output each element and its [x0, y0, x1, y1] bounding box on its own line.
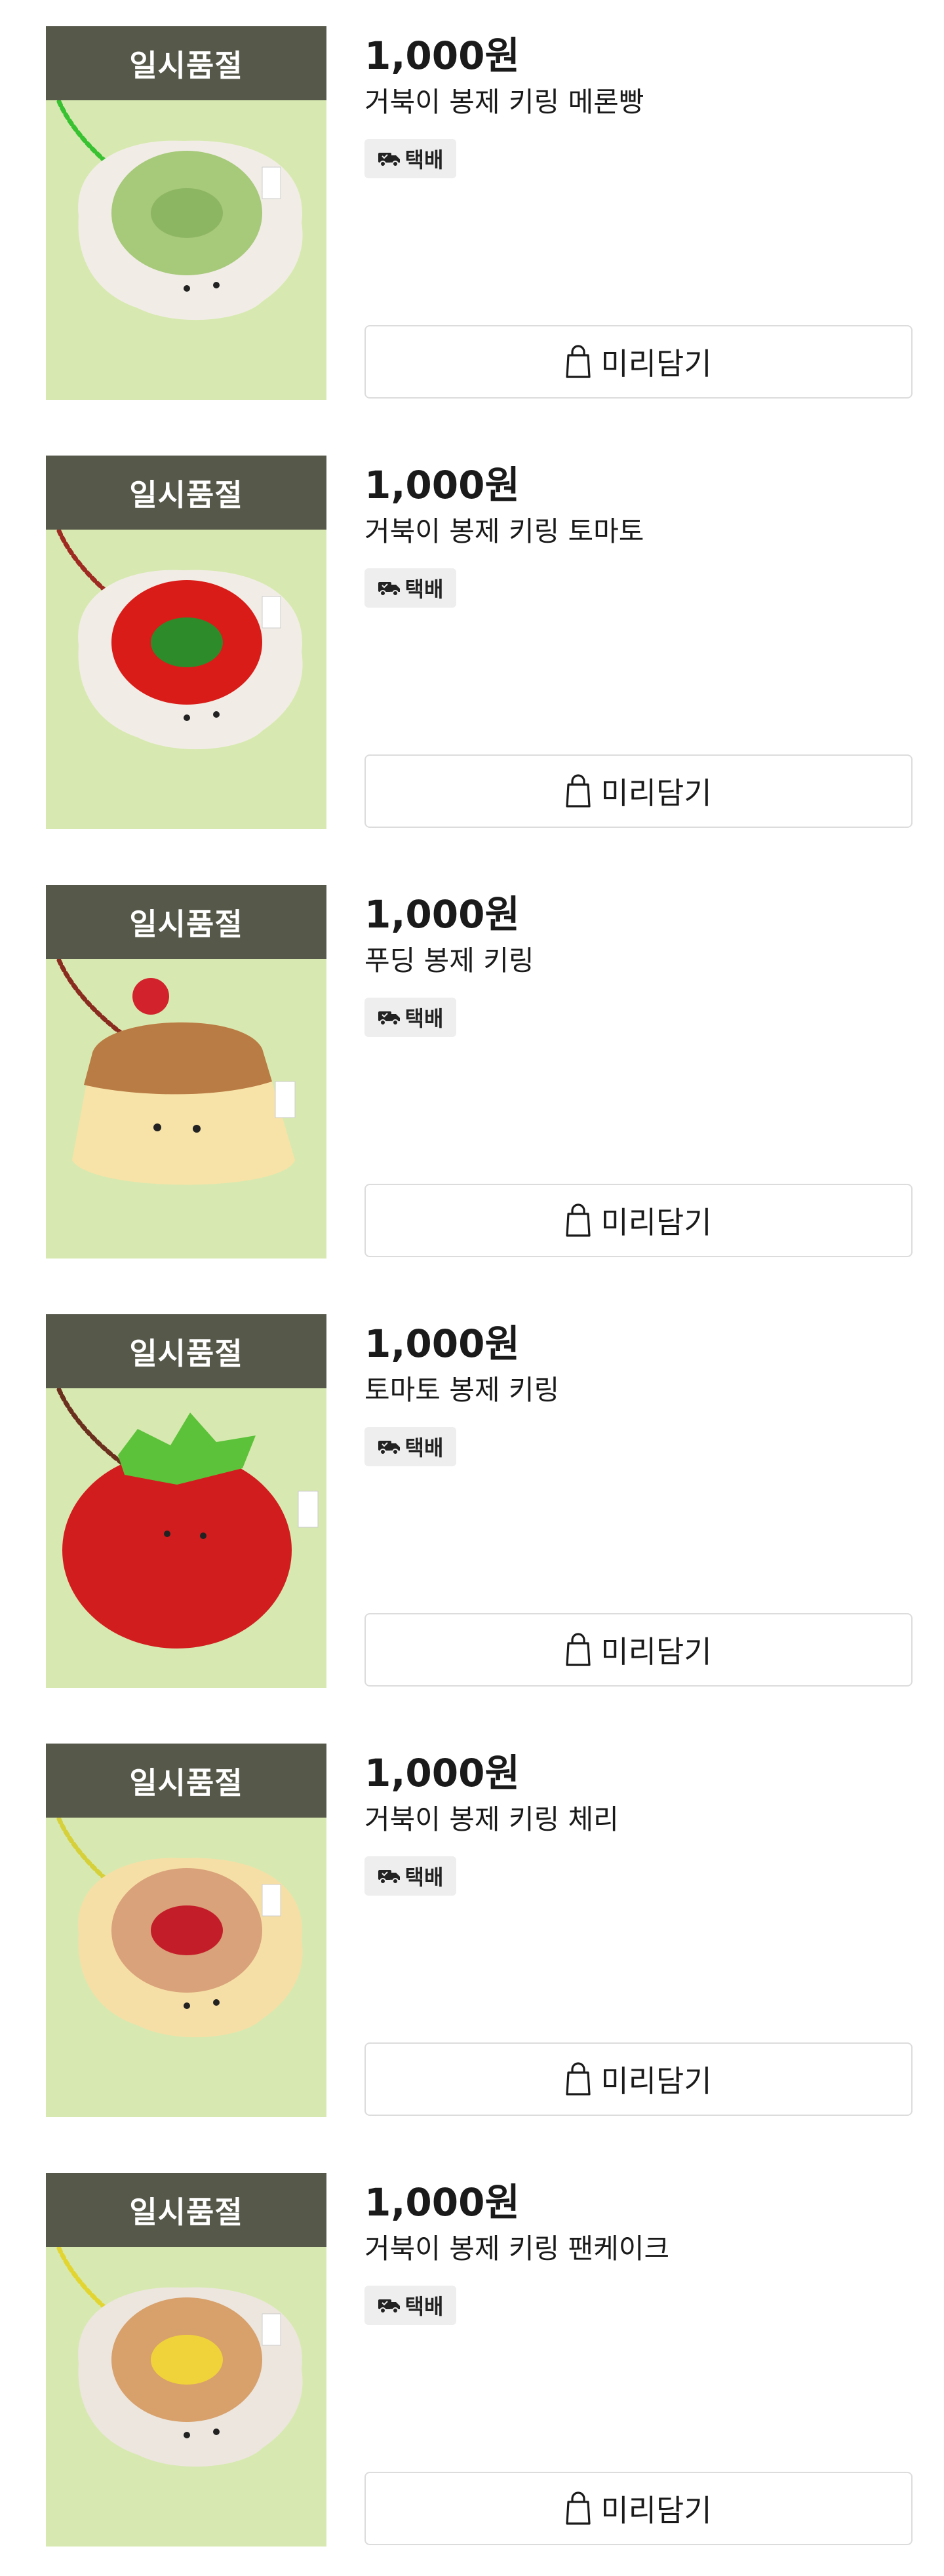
truck-icon — [378, 582, 400, 596]
plush-eye — [213, 2429, 220, 2435]
product-price: 1,000원 — [364, 2180, 520, 2225]
plush-tag — [262, 2313, 281, 2346]
plush-eye — [184, 2002, 190, 2009]
product-title[interactable]: 토마토 봉제 키링 — [364, 1368, 559, 1408]
plush-eye — [184, 285, 190, 292]
product-title[interactable]: 거북이 봉제 키링 토마토 — [364, 509, 644, 549]
truck-icon — [378, 153, 400, 167]
product-title[interactable]: 거북이 봉제 키링 메론빵 — [364, 80, 644, 120]
product-title[interactable]: 거북이 봉제 키링 체리 — [364, 1797, 619, 1837]
delivery-chip: 택배 — [364, 568, 456, 608]
plush-tag — [262, 166, 281, 199]
preorder-button-label: 미리담기 — [600, 2493, 712, 2528]
plush-tag — [262, 1884, 281, 1917]
product-thumbnail[interactable]: 일시품절 — [46, 2173, 326, 2547]
product-card[interactable]: 일시품절 1,000원 토마토 봉제 키링 택배 미리담기 — [0, 1288, 944, 1717]
preorder-button-label: 미리담기 — [600, 1205, 712, 1240]
plush-eye — [213, 1999, 220, 2006]
delivery-chip: 택배 — [364, 1856, 456, 1896]
delivery-label: 택배 — [404, 1435, 444, 1460]
product-title[interactable]: 푸딩 봉제 키링 — [364, 939, 534, 979]
shopping-bag-icon — [566, 1633, 591, 1666]
soldout-badge: 일시품절 — [46, 2173, 326, 2247]
product-price: 1,000원 — [364, 1751, 520, 1795]
delivery-chip: 택배 — [364, 139, 456, 178]
plush-eye — [213, 711, 220, 718]
shopping-bag-icon — [566, 345, 591, 378]
plush-eye — [184, 714, 190, 721]
truck-icon — [378, 2299, 400, 2314]
product-thumbnail[interactable]: 일시품절 — [46, 26, 326, 400]
product-card[interactable]: 일시품절 1,000원 푸딩 봉제 키링 택배 미리담기 — [0, 859, 944, 1288]
product-card[interactable]: 일시품절 1,000원 거북이 봉제 키링 토마토 택배 미리담기 — [0, 429, 944, 859]
product-card[interactable]: 일시품절 1,000원 거북이 봉제 키링 체리 택배 미리담기 — [0, 1717, 944, 2147]
plush-tag — [298, 1491, 319, 1528]
product-thumbnail[interactable]: 일시품절 — [46, 456, 326, 829]
shell-decoration — [151, 617, 223, 667]
plush-eye — [164, 1531, 170, 1537]
shell-decoration — [151, 1905, 223, 1955]
preorder-button[interactable]: 미리담기 — [364, 754, 913, 828]
preorder-button[interactable]: 미리담기 — [364, 1613, 913, 1687]
delivery-label: 택배 — [404, 2294, 444, 2319]
product-card[interactable]: 일시품절 1,000원 거북이 봉제 키링 메론빵 택배 미리담기 — [0, 0, 944, 429]
shopping-bag-icon — [566, 1203, 591, 1237]
plush-tag — [262, 596, 281, 629]
product-price: 1,000원 — [364, 33, 520, 78]
product-thumbnail[interactable]: 일시품절 — [46, 1314, 326, 1688]
product-price: 1,000원 — [364, 892, 520, 937]
preorder-button[interactable]: 미리담기 — [364, 325, 913, 399]
delivery-chip: 택배 — [364, 998, 456, 1037]
soldout-badge: 일시품절 — [46, 885, 326, 959]
delivery-chip: 택배 — [364, 2286, 456, 2325]
soldout-badge: 일시품절 — [46, 1744, 326, 1818]
product-price: 1,000원 — [364, 1321, 520, 1366]
preorder-button-label: 미리담기 — [600, 346, 712, 381]
delivery-label: 택배 — [404, 577, 444, 602]
plush-eye — [153, 1123, 161, 1131]
delivery-label: 택배 — [404, 147, 444, 172]
truck-icon — [378, 1870, 400, 1884]
plush-tag — [275, 1081, 296, 1118]
shell-decoration — [151, 2335, 223, 2385]
delivery-chip: 택배 — [364, 1427, 456, 1466]
plush-eye — [200, 1532, 206, 1539]
preorder-button[interactable]: 미리담기 — [364, 2042, 913, 2116]
shopping-bag-icon — [566, 774, 591, 808]
delivery-label: 택배 — [404, 1006, 444, 1031]
product-thumbnail[interactable]: 일시품절 — [46, 1744, 326, 2117]
shopping-bag-icon — [566, 2491, 591, 2525]
shopping-bag-icon — [566, 2062, 591, 2096]
preorder-button-label: 미리담기 — [600, 775, 712, 811]
shell-decoration — [151, 188, 223, 238]
preorder-button-label: 미리담기 — [600, 2063, 712, 2099]
truck-icon — [378, 1011, 400, 1026]
product-title[interactable]: 거북이 봉제 키링 팬케이크 — [364, 2227, 669, 2267]
preorder-button[interactable]: 미리담기 — [364, 2472, 913, 2545]
product-price: 1,000원 — [364, 463, 520, 507]
product-card[interactable]: 일시품절 1,000원 거북이 봉제 키링 팬케이크 택배 미리담기 — [0, 2147, 944, 2576]
product-thumbnail[interactable]: 일시품절 — [46, 885, 326, 1259]
soldout-badge: 일시품절 — [46, 456, 326, 530]
plush-eye — [213, 282, 220, 288]
preorder-button[interactable]: 미리담기 — [364, 1184, 913, 1257]
preorder-button-label: 미리담기 — [600, 1634, 712, 1669]
plush-eye — [184, 2432, 190, 2438]
plush-eye — [193, 1125, 201, 1133]
truck-icon — [378, 1441, 400, 1455]
soldout-badge: 일시품절 — [46, 1314, 326, 1388]
delivery-label: 택배 — [404, 1865, 444, 1890]
pudding-cherry — [132, 978, 169, 1015]
soldout-badge: 일시품절 — [46, 26, 326, 100]
